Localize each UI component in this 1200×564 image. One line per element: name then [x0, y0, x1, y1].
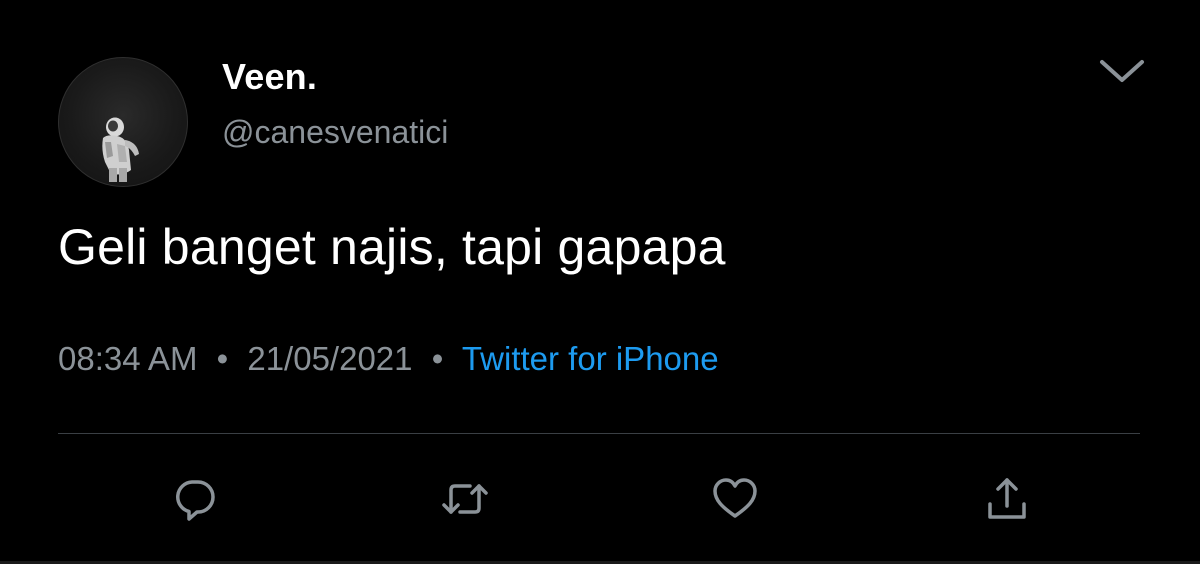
like-button[interactable] — [710, 474, 760, 524]
avatar[interactable] — [58, 57, 188, 187]
display-name[interactable]: Veen. — [222, 56, 317, 98]
username-handle[interactable]: @canesvenatici — [222, 114, 448, 151]
meta-separator: • — [216, 340, 229, 377]
heart-icon — [713, 478, 757, 518]
meta-separator: • — [431, 340, 444, 377]
divider — [58, 433, 1140, 434]
tweet-detail: Veen. @canesvenatici Geli banget najis, … — [0, 0, 1200, 564]
share-button[interactable] — [982, 474, 1032, 524]
share-icon — [988, 478, 1026, 519]
tweet-menu-button[interactable] — [1096, 52, 1148, 88]
reply-button[interactable] — [170, 474, 220, 524]
astronaut-icon — [102, 117, 139, 182]
reply-icon — [176, 480, 215, 521]
retweet-icon — [442, 484, 488, 514]
tweet-meta: 08:34 AM • 21/05/2021 • Twitter for iPho… — [58, 340, 719, 378]
tweet-text: Geli banget najis, tapi gapapa — [58, 219, 726, 275]
tweet-time[interactable]: 08:34 AM — [58, 340, 197, 377]
chevron-down-icon — [1100, 60, 1144, 82]
retweet-button[interactable] — [440, 474, 490, 524]
tweet-source-link[interactable]: Twitter for iPhone — [462, 340, 719, 377]
tweet-date[interactable]: 21/05/2021 — [247, 340, 412, 377]
